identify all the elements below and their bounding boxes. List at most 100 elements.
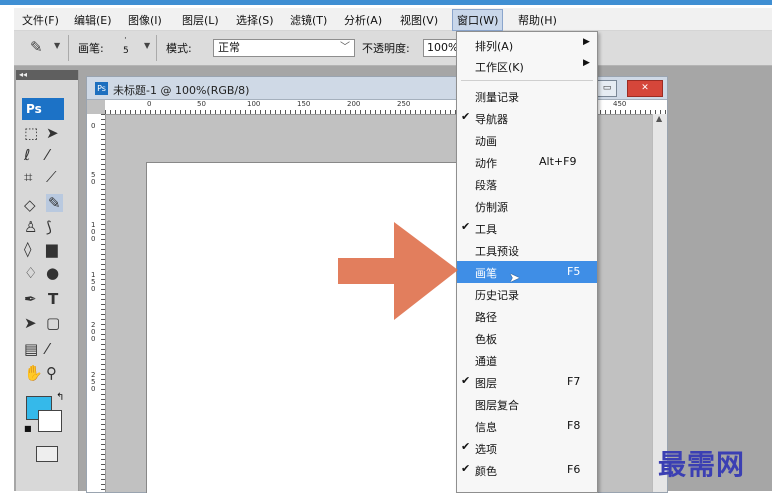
menu-item-shortcut: F7	[567, 375, 581, 388]
watermark: 最需网	[658, 448, 746, 481]
ruler-tick: 1 0 0	[91, 221, 96, 243]
menu-item-workspace[interactable]: 工作区(K) ▶	[457, 55, 597, 77]
path-selection-tool-icon[interactable]: ➤	[24, 314, 37, 332]
menu-help[interactable]: 帮助(H)	[518, 12, 557, 28]
ruler-tick: 50	[197, 100, 206, 108]
close-button[interactable]: ✕	[627, 80, 663, 97]
marquee-tool-icon[interactable]: ⬚	[24, 124, 38, 142]
pen-tool-icon[interactable]: ✒	[24, 290, 37, 308]
menu-item-measurement-log[interactable]: 测量记录	[457, 85, 597, 107]
menu-image[interactable]: 图像(I)	[128, 12, 162, 28]
menu-edit[interactable]: 编辑(E)	[74, 12, 112, 28]
zoom-tool-icon[interactable]: ⚲	[46, 364, 57, 382]
ruler-tick: 150	[297, 100, 311, 108]
menu-item-color[interactable]: ✔ 颜色 F6	[457, 459, 597, 481]
menu-item-info[interactable]: 信息 F8	[457, 415, 597, 437]
menu-bar: 文件(F) 编辑(E) 图像(I) 图层(L) 选择(S) 滤镜(T) 分析(A…	[14, 8, 772, 31]
menu-item-history[interactable]: 历史记录	[457, 283, 597, 305]
menu-item-brushes[interactable]: 画笔 F5 ➤	[457, 261, 597, 286]
shape-tool-icon[interactable]: ▢	[46, 314, 60, 332]
menu-item-label: 选项	[475, 443, 497, 456]
menu-item-options[interactable]: ✔ 选项	[457, 437, 597, 459]
menu-item-label: 通道	[475, 355, 497, 368]
menu-filter[interactable]: 滤镜(T)	[290, 12, 327, 28]
slice-tool-icon[interactable]: ⟋	[46, 168, 57, 186]
gradient-tool-icon[interactable]: ▆	[46, 240, 58, 258]
notes-tool-icon[interactable]: ▤	[24, 340, 38, 358]
menu-separator	[461, 80, 593, 81]
ps-logo: Ps	[22, 98, 64, 120]
menu-item-tool-presets[interactable]: 工具预设	[457, 239, 597, 261]
scroll-up-icon[interactable]: ▲	[656, 114, 662, 123]
menu-item-layer-comps[interactable]: 图层复合	[457, 393, 597, 415]
divider	[68, 35, 69, 61]
default-colors-icon[interactable]: ■	[24, 424, 32, 433]
canvas[interactable]	[146, 162, 480, 493]
menu-select[interactable]: 选择(S)	[236, 12, 274, 28]
ps-document-icon: Ps	[95, 82, 108, 95]
menu-item-label: 工作区(K)	[475, 61, 524, 74]
toolbox-collapse[interactable]: ◂◂	[16, 70, 78, 80]
menu-item-layers[interactable]: ✔ 图层 F7	[457, 371, 597, 393]
mode-select[interactable]: 正常 ﹀	[213, 39, 355, 57]
toolbox: ◂◂ Ps ⬚ ➤ ℓ ⁄ ⌗ ⟋ ◇ ✎ ♙ ⟆ ◊ ▆ ♢ ● ✒ T ➤ …	[16, 70, 79, 491]
ruler-tick: 0	[91, 122, 96, 130]
menu-file[interactable]: 文件(F)	[22, 12, 59, 28]
menu-item-swatches[interactable]: 色板	[457, 327, 597, 349]
menu-item-label: 图层复合	[475, 399, 519, 412]
menu-item-shortcut: Alt+F9	[539, 155, 577, 168]
checkmark-icon: ✔	[461, 440, 471, 453]
menu-item-actions[interactable]: 动作 Alt+F9	[457, 151, 597, 173]
ruler-tick: 100	[247, 100, 261, 108]
menu-view[interactable]: 视图(V)	[400, 12, 438, 28]
menu-item-animation[interactable]: 动画	[457, 129, 597, 151]
menu-item-tools[interactable]: ✔ 工具	[457, 217, 597, 239]
tool-preset-chevron-icon[interactable]: ▼	[54, 41, 60, 50]
magic-wand-tool-icon[interactable]: ⁄	[46, 146, 49, 164]
menu-item-shortcut: F5	[567, 265, 581, 278]
type-tool-icon[interactable]: T	[48, 290, 58, 308]
lasso-tool-icon[interactable]: ℓ	[24, 146, 30, 164]
history-brush-tool-icon[interactable]: ⟆	[46, 218, 52, 236]
window-top-border	[0, 0, 772, 5]
brush-size[interactable]: 5	[123, 46, 129, 56]
restore-button[interactable]: ▭	[597, 80, 617, 97]
brush-tool-icon[interactable]: ✎	[30, 38, 43, 56]
move-tool-icon[interactable]: ➤	[46, 124, 59, 142]
menu-analysis[interactable]: 分析(A)	[344, 12, 382, 28]
eyedropper-tool-icon[interactable]: ⁄	[46, 340, 49, 358]
menu-item-label: 段落	[475, 179, 497, 192]
quick-mask-icon[interactable]	[36, 446, 58, 462]
brush-tool-active-icon[interactable]: ✎	[46, 194, 63, 212]
menu-window[interactable]: 窗口(W)	[452, 9, 504, 31]
menu-item-arrange[interactable]: 排列(A) ▶	[457, 34, 597, 56]
menu-item-label: 动画	[475, 135, 497, 148]
brush-picker-chevron-icon[interactable]: ▼	[144, 41, 150, 50]
ruler-tick: 200	[347, 100, 361, 108]
chevron-down-icon: ﹀	[340, 42, 350, 53]
menu-item-label: 色板	[475, 333, 497, 346]
hand-tool-icon[interactable]: ✋	[24, 364, 43, 382]
healing-brush-tool-icon[interactable]: ◇	[24, 196, 36, 214]
stamp-tool-icon[interactable]: ♙	[24, 218, 37, 236]
divider	[156, 35, 157, 61]
menu-item-paths[interactable]: 路径	[457, 305, 597, 327]
eraser-tool-icon[interactable]: ◊	[24, 240, 31, 258]
swap-colors-icon[interactable]: ↰	[56, 392, 64, 403]
background-color-swatch[interactable]	[38, 410, 62, 432]
menu-item-paragraph[interactable]: 段落	[457, 173, 597, 195]
brush-label: 画笔:	[78, 42, 104, 55]
vertical-scrollbar[interactable]: ▲	[652, 114, 667, 492]
submenu-arrow-icon: ▶	[583, 37, 590, 47]
options-bar: ✎ ▼ 画笔: · 5 ▼ 模式: 正常 ﹀ 不透明度: 100%	[14, 31, 772, 66]
menu-item-channels[interactable]: 通道	[457, 349, 597, 371]
menu-item-label: 仿制源	[475, 201, 508, 214]
menu-layer[interactable]: 图层(L)	[182, 12, 219, 28]
blur-tool-icon[interactable]: ♢	[24, 264, 37, 282]
menu-item-clone-source[interactable]: 仿制源	[457, 195, 597, 217]
menu-item-shortcut: F6	[567, 463, 581, 476]
crop-tool-icon[interactable]: ⌗	[24, 168, 32, 186]
menu-item-navigator[interactable]: ✔ 导航器	[457, 107, 597, 129]
ruler-tick: 0	[147, 100, 152, 108]
dodge-tool-icon[interactable]: ●	[46, 264, 59, 282]
